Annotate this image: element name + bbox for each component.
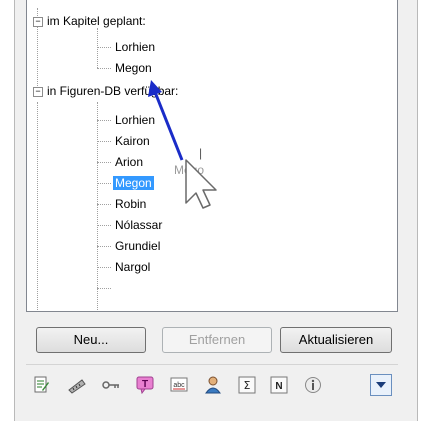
speech-bubble-text-icon[interactable]: T	[134, 374, 156, 396]
tree-item-label: Arion	[115, 155, 144, 169]
svg-text:T: T	[142, 379, 148, 390]
svg-text:abc: abc	[173, 382, 185, 389]
tree-item-label: Nólassar	[115, 218, 163, 232]
tree-item-label: Kairon	[115, 134, 150, 148]
tree-group-planned[interactable]: im Kapitel geplant:	[45, 12, 148, 30]
text-caret: |	[199, 146, 203, 160]
drag-ghost-text: Mego	[174, 163, 205, 177]
tree-item[interactable]: Kairon	[113, 132, 152, 150]
tree-line	[97, 225, 111, 226]
tree-line	[97, 28, 98, 68]
tree-item[interactable]: Nólassar	[113, 216, 164, 234]
tree-line	[97, 267, 111, 268]
tree-line	[97, 120, 111, 121]
ruler-icon[interactable]	[66, 374, 88, 396]
tree-line	[97, 68, 111, 69]
tree-line	[97, 288, 111, 289]
spellcheck-icon[interactable]: abc	[168, 374, 190, 396]
new-button[interactable]: Neu...	[36, 327, 146, 353]
tree-item-label: Lorhien	[115, 113, 156, 127]
svg-text:Σ: Σ	[244, 379, 251, 392]
remove-button[interactable]: Entfernen	[162, 327, 272, 353]
tree-item-label: Robin	[115, 197, 147, 211]
tree-line	[97, 204, 111, 205]
tree-line	[97, 162, 111, 163]
tree-item-selected[interactable]: Megon	[113, 174, 154, 192]
tree-line	[97, 102, 98, 311]
tree-item[interactable]: Grundiel	[113, 237, 162, 255]
tree-item[interactable]: Lorhien	[113, 38, 157, 56]
dropdown-arrow-icon[interactable]	[370, 374, 392, 396]
tree-line	[97, 141, 111, 142]
tree-view[interactable]: − im Kapitel geplant: Lorhien Megon − in…	[26, 0, 398, 312]
tree-item[interactable]: Megon	[113, 59, 154, 77]
tree-group-label: im Kapitel geplant:	[47, 14, 146, 28]
tree-item[interactable]: Arion	[113, 153, 145, 171]
tree-item[interactable]: Nargol	[113, 258, 152, 276]
person-icon[interactable]	[202, 374, 224, 396]
tree-item-label: Grundiel	[115, 239, 161, 253]
tree-item-label: Megon	[115, 61, 152, 75]
info-icon[interactable]	[302, 374, 324, 396]
tree-item[interactable]: Robin	[113, 195, 148, 213]
tree-line	[97, 183, 111, 184]
tree-item-label: Lorhien	[115, 40, 156, 54]
n-box-icon[interactable]: N	[268, 374, 290, 396]
tree-group-label: in Figuren-DB verfügbar:	[47, 84, 179, 98]
tree-line	[97, 246, 111, 247]
tree-group-available[interactable]: in Figuren-DB verfügbar:	[45, 82, 180, 100]
tree-line	[97, 47, 111, 48]
tree-line	[37, 102, 38, 311]
separator	[26, 364, 398, 365]
collapse-toggle[interactable]: −	[33, 87, 43, 97]
tree-item-label: Nargol	[115, 260, 151, 274]
key-icon[interactable]	[100, 374, 122, 396]
sum-icon[interactable]: Σ	[236, 374, 258, 396]
tree-item[interactable]: Lorhien	[113, 111, 157, 129]
collapse-toggle[interactable]: −	[33, 17, 43, 27]
tree-item-label: Megon	[113, 176, 154, 190]
refresh-button[interactable]: Aktualisieren	[280, 327, 392, 353]
document-edit-icon[interactable]	[30, 374, 52, 396]
svg-text:N: N	[275, 381, 282, 392]
toolbar: T abc Σ N	[26, 374, 398, 404]
